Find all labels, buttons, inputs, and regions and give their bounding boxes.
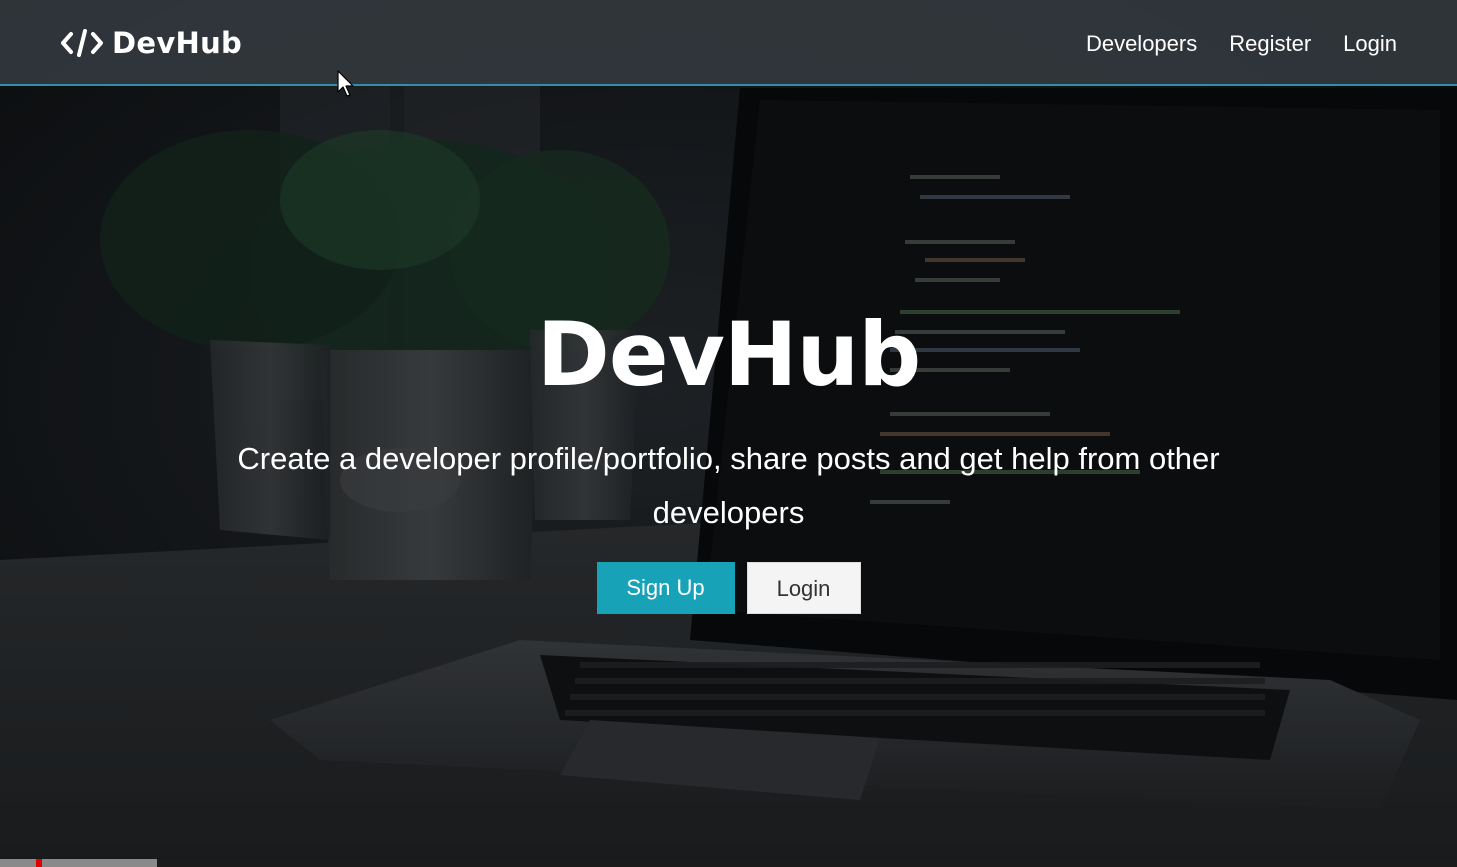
hero-buttons: Sign Up Login [0, 562, 1457, 614]
nav-link-register[interactable]: Register [1229, 31, 1311, 57]
mouse-cursor-icon [337, 70, 354, 97]
brand-link[interactable]: DevHub [60, 24, 242, 62]
video-progress-bar[interactable] [0, 859, 1457, 867]
video-progress-fill [0, 859, 158, 867]
page-title: DevHub [536, 303, 921, 406]
code-icon [61, 29, 103, 57]
lead-text: Create a developer profile/portfolio, sh… [237, 441, 1220, 530]
sign-up-button[interactable]: Sign Up [596, 562, 735, 614]
nav-link-developers[interactable]: Developers [1086, 31, 1197, 57]
video-progress-head[interactable] [36, 859, 42, 867]
brand-text: DevHub [112, 26, 243, 60]
landing-hero: DevHub Create a developer profile/portfo… [0, 300, 1457, 614]
nav-links: Developers Register Login [1054, 26, 1397, 62]
login-button[interactable]: Login [746, 562, 861, 614]
landing-page: DevHub Developers Register Login DevHub … [0, 0, 1457, 867]
navbar: DevHub Developers Register Login [0, 0, 1457, 86]
nav-link-login[interactable]: Login [1343, 31, 1397, 57]
